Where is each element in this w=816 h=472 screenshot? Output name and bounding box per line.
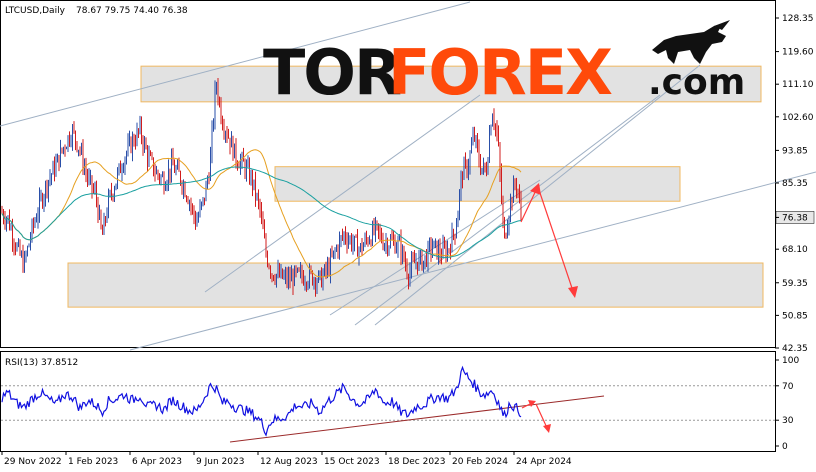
price-tick-label: 119.60 (782, 48, 814, 58)
rsi-panel-frame (0, 351, 776, 452)
chart-ohlc-values: 78.67 79.75 74.40 76.38 (76, 6, 188, 16)
price-tick-label: 93.85 (782, 146, 808, 156)
time-tick-label: 24 Apr 2024 (516, 457, 572, 467)
logo-tor-text: TOR (263, 36, 401, 109)
time-tick-label: 18 Dec 2023 (388, 457, 446, 467)
price-tick-label: 85.35 (782, 179, 808, 189)
price-tick-label: 102.60 (782, 113, 814, 123)
price-tick-label: 42.35 (782, 344, 808, 354)
price-tick-label: 50.85 (782, 311, 808, 321)
rsi-axis: 100 70 30 0 (775, 356, 799, 452)
time-tick-label: 9 Jun 2023 (196, 457, 244, 467)
rsi-tick-label: 70 (782, 382, 794, 392)
chart-symbol-label: LTCUSD,Daily (5, 6, 66, 16)
logo-forex-text: FOREX (388, 36, 612, 109)
time-tick-label: 12 Aug 2023 (260, 457, 318, 467)
price-tick-label: 128.35 (782, 14, 814, 24)
time-tick-label: 29 Nov 2022 (4, 457, 62, 467)
price-tick-label: 111.10 (782, 80, 814, 90)
zone-box (67, 262, 764, 308)
rsi-tick-label: 30 (782, 416, 794, 426)
price-tick-label: 76.38 (782, 213, 808, 223)
time-tick-label: 1 Feb 2023 (68, 457, 118, 467)
chart-window: TOR FOREX .com LTCUSD,Daily 78.67 79.75 … (0, 0, 816, 472)
zone-box (274, 166, 681, 202)
price-tick-label: 68.10 (782, 245, 808, 255)
time-tick-label: 6 Apr 2023 (132, 457, 182, 467)
price-axis: 128.35 119.60 111.10 102.60 93.85 85.35 76.38 6… (775, 14, 815, 354)
price-tick-label: 59.35 (782, 279, 808, 289)
logo-com-text: .com (648, 62, 745, 103)
rsi-label: RSI(13) 37.8512 (5, 358, 78, 368)
time-axis: 29 Nov 2022 1 Feb 2023 6 Apr 2023 9 Jun 202… (1, 451, 572, 467)
time-tick-label: 20 Feb 2024 (452, 457, 508, 467)
rsi-tick-label: 100 (782, 356, 799, 366)
rsi-tick-label: 0 (782, 442, 788, 452)
time-tick-label: 15 Oct 2023 (324, 457, 380, 467)
chart-canvas: TOR FOREX .com LTCUSD,Daily 78.67 79.75 … (0, 0, 816, 467)
